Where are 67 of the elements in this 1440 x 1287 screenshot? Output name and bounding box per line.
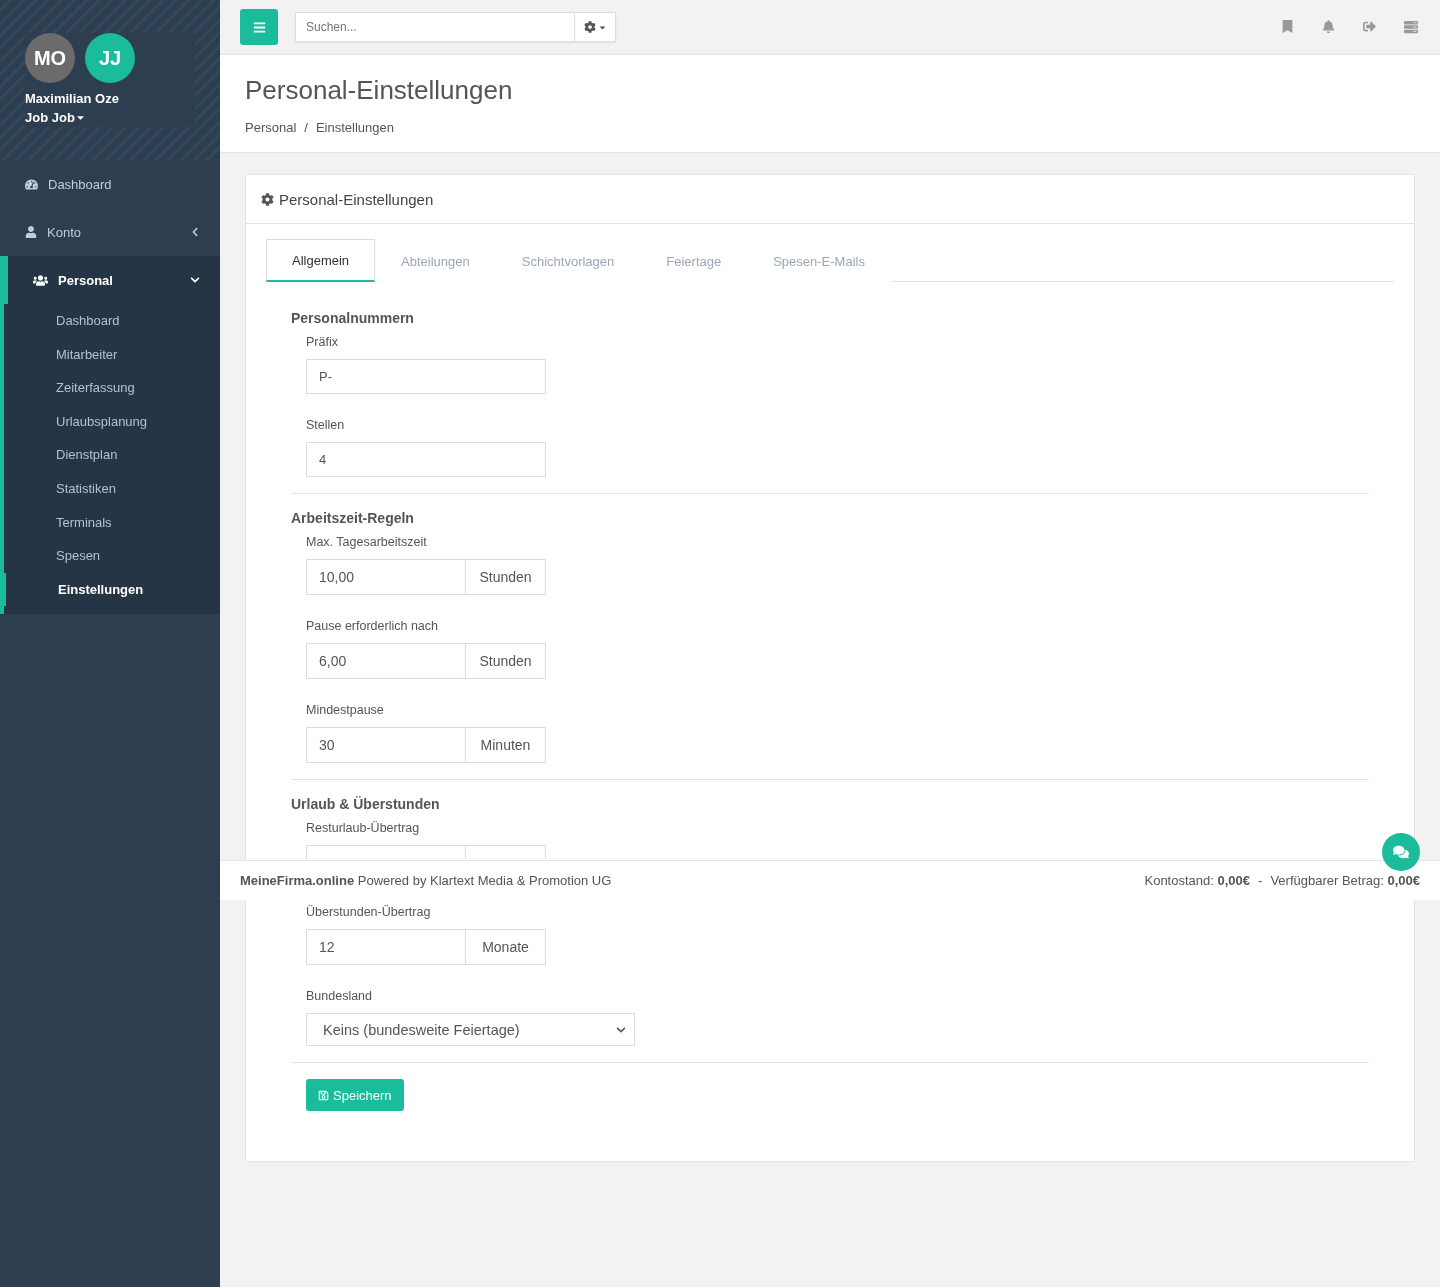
input-field[interactable]: [306, 845, 546, 859]
logout-button[interactable]: [1361, 20, 1378, 34]
section-title: Arbeitszeit-Regeln: [291, 510, 415, 526]
account-balance: Kontostand: 0,00€: [1144, 873, 1251, 888]
avatar: JJ: [85, 33, 135, 83]
submenu-item[interactable]: Statistiken: [4, 471, 220, 506]
chat-icon: [1393, 844, 1409, 860]
submenu-item[interactable]: Spesen: [4, 539, 220, 573]
user-icon: [25, 226, 37, 238]
input-field[interactable]: 10,00 Stunden: [306, 559, 546, 595]
gauge-icon: [25, 177, 38, 191]
section-title: Personalnummern: [291, 310, 415, 326]
page-title: Personal-Einstellungen: [245, 75, 514, 106]
field-label: Mindestpause: [306, 703, 385, 717]
field-label: Stellen: [306, 418, 346, 432]
user-name: Maximilian Oze: [25, 91, 119, 106]
submenu-item[interactable]: Dienstplan: [4, 438, 220, 472]
chevron-down-icon: [616, 1024, 626, 1035]
sidebar-item-label: Personal: [58, 272, 113, 288]
tab[interactable]: Allgemein: [266, 239, 376, 282]
settings-icon: [583, 21, 596, 33]
submenu-item[interactable]: Mitarbeiter: [4, 337, 220, 372]
settings-icon: [261, 192, 274, 206]
notifications-button[interactable]: [1320, 20, 1337, 34]
sidebar-item[interactable]: Dashboard: [0, 160, 220, 208]
sidebar-item[interactable]: Personal: [0, 256, 220, 304]
available-amount: Verfügbarer Betrag: 0,00€: [1270, 873, 1420, 888]
field-label: Max. Tagesarbeitszeit: [306, 535, 428, 549]
input-field[interactable]: P-: [306, 359, 546, 394]
submenu-item[interactable]: Terminals: [4, 505, 220, 540]
bell-icon: [1322, 20, 1335, 33]
sidebar-item-label: Konto: [47, 224, 81, 240]
footer-credit: MeineFirma.online Powered by Klartext Media & Promotion UG: [240, 873, 612, 888]
field-label: Präfix: [306, 335, 339, 349]
input-field[interactable]: 12 Monate: [306, 929, 546, 965]
input-field[interactable]: 30 Minuten: [306, 727, 546, 763]
search-settings-button[interactable]: [575, 13, 615, 41]
server-icon: [1404, 20, 1418, 34]
field-label: Resturlaub-Übertrag: [306, 821, 421, 835]
section-title: Urlaub & Überstunden: [291, 796, 441, 812]
field-label: Überstunden-Übertrag: [306, 905, 432, 919]
menu-icon: [252, 20, 266, 34]
card-title: Personal-Einstellungen: [279, 190, 434, 208]
select-field[interactable]: Keins (bundesweite Feiertage): [306, 1013, 635, 1046]
breadcrumb-separator: /: [304, 120, 308, 135]
field-label: Bundesland: [306, 989, 374, 1003]
bookmark-icon: [1281, 20, 1294, 33]
role-dropdown[interactable]: Job Job: [25, 110, 86, 125]
sidebar-item-label: Dashboard: [48, 176, 112, 192]
save-icon: [318, 1089, 329, 1101]
footer-separator: -: [1258, 873, 1263, 888]
logout-icon: [1363, 20, 1376, 33]
search-field[interactable]: Suchen...: [295, 12, 616, 42]
breadcrumb-link[interactable]: Einstellungen: [315, 120, 394, 135]
field-label: Pause erforderlich nach: [306, 619, 440, 633]
input-field[interactable]: 6,00 Stunden: [306, 643, 546, 679]
submenu-item[interactable]: Einstellungen: [0, 572, 220, 607]
users-icon: [33, 272, 48, 288]
panel-toggle-button[interactable]: [1402, 20, 1420, 34]
sidebar-item[interactable]: Konto: [0, 208, 220, 256]
menu-button[interactable]: [240, 9, 278, 45]
submenu-item[interactable]: Zeiterfassung: [4, 371, 220, 405]
input-field[interactable]: 4: [306, 442, 546, 477]
breadcrumb-link[interactable]: Personal: [245, 120, 297, 135]
avatar: MO: [25, 33, 75, 83]
submenu-item[interactable]: Urlaubsplanung: [4, 404, 220, 439]
submenu-item[interactable]: Dashboard: [4, 304, 220, 338]
